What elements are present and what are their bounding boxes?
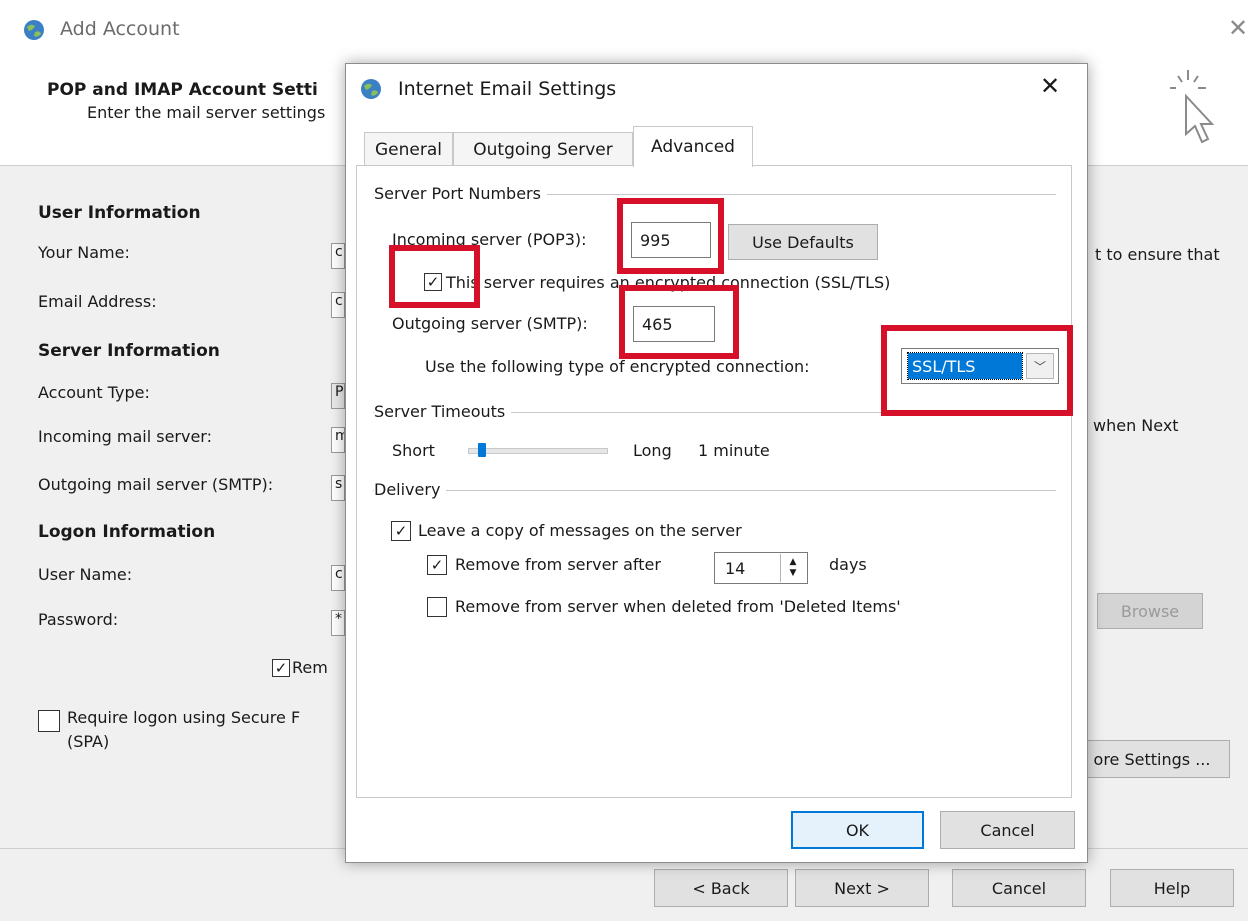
remove-after-label: Remove from server after [455,555,661,574]
label-outgoing-mail-server: Outgoing mail server (SMTP): [38,475,274,494]
wizard-heading: POP and IMAP Account Setti [47,80,318,100]
encryption-type-label: Use the following type of encrypted conn… [425,357,810,376]
leave-copy-checkbox[interactable]: ✓ [391,521,411,541]
group-server-port-numbers: Server Port Numbers [374,184,547,203]
highlight-encrypted-checkbox [389,245,480,308]
help-button[interactable]: Help [1110,869,1234,907]
remove-deleted-label: Remove from server when deleted from 'De… [455,597,901,616]
label-user-name: User Name: [38,565,133,584]
remember-password-label: Rem [292,658,328,677]
wizard-cancel-button[interactable]: Cancel [952,869,1086,907]
leave-copy-label: Leave a copy of messages on the server [418,521,742,540]
tab-advanced[interactable]: Advanced [633,126,753,167]
remove-after-checkbox[interactable]: ✓ [427,555,447,575]
browse-button[interactable]: Browse [1097,593,1203,629]
outgoing-mail-server-field[interactable]: s [331,475,345,501]
your-name-field[interactable]: c [331,243,345,269]
label-incoming-mail-server: Incoming mail server: [38,427,212,446]
email-address-field[interactable]: c [331,292,345,318]
timeout-slider-thumb[interactable] [477,443,486,457]
timeout-slider-track[interactable] [468,448,608,454]
wizard-title: Add Account [60,18,180,40]
timeout-value: 1 minute [698,441,770,460]
dialog-title: Internet Email Settings [398,78,617,100]
account-type-field[interactable]: P [331,383,345,409]
group-server-timeouts: Server Timeouts [374,402,512,421]
ok-button[interactable]: OK [791,811,924,849]
remove-deleted-checkbox[interactable] [427,597,447,617]
wizard-close-icon[interactable]: ✕ [1228,14,1248,42]
stepper-down-icon[interactable]: ▼ [790,568,797,579]
dialog-cancel-button[interactable]: Cancel [940,811,1075,849]
days-stepper-value: 14 [725,558,746,578]
timeout-short-label: Short [392,441,435,460]
highlight-encryption-type [881,325,1073,416]
outgoing-server-label: Outgoing server (SMTP): [392,314,588,333]
label-password: Password: [38,610,119,629]
label-account-type: Account Type: [38,383,150,402]
remember-password-checkbox[interactable]: ✓ [272,659,290,677]
user-name-field[interactable]: c [331,565,345,591]
group-delivery: Delivery [374,480,447,499]
spa-label: Require logon using Secure F [67,708,301,727]
label-email-address: Email Address: [38,292,157,311]
outlook-globe-icon [22,18,46,42]
more-settings-button[interactable]: ore Settings ... [1074,740,1230,778]
highlight-outgoing-port [619,285,739,359]
dialog-globe-icon [359,77,383,101]
days-label: days [829,555,867,574]
spa-label-suffix: (SPA) [67,732,110,751]
timeout-long-label: Long [633,441,672,460]
highlight-incoming-port [617,198,724,274]
days-stepper-arrows[interactable]: ▲ ▼ [780,554,805,582]
back-button[interactable]: < Back [654,869,788,907]
section-user-information: User Information [38,203,201,223]
password-field[interactable]: * [331,610,345,636]
incoming-mail-server-field[interactable]: m [331,427,345,453]
tab-outgoing-server[interactable]: Outgoing Server [453,132,633,166]
spa-checkbox[interactable] [38,710,60,732]
info-text-partial-2: when Next [1093,416,1179,435]
dialog-close-icon[interactable]: ✕ [1040,72,1060,100]
cursor-sparkle-icon [1168,66,1218,166]
use-defaults-button[interactable]: Use Defaults [728,224,878,260]
next-button[interactable]: Next > [795,869,929,907]
section-logon-information: Logon Information [38,522,216,542]
group-line-delivery [373,490,1056,491]
stepper-up-icon[interactable]: ▲ [790,557,797,568]
section-server-information: Server Information [38,341,220,361]
info-text-partial: t to ensure that [1095,245,1220,264]
label-your-name: Your Name: [38,243,130,262]
wizard-subheading: Enter the mail server settings [87,103,326,122]
tab-general[interactable]: General [364,132,453,166]
